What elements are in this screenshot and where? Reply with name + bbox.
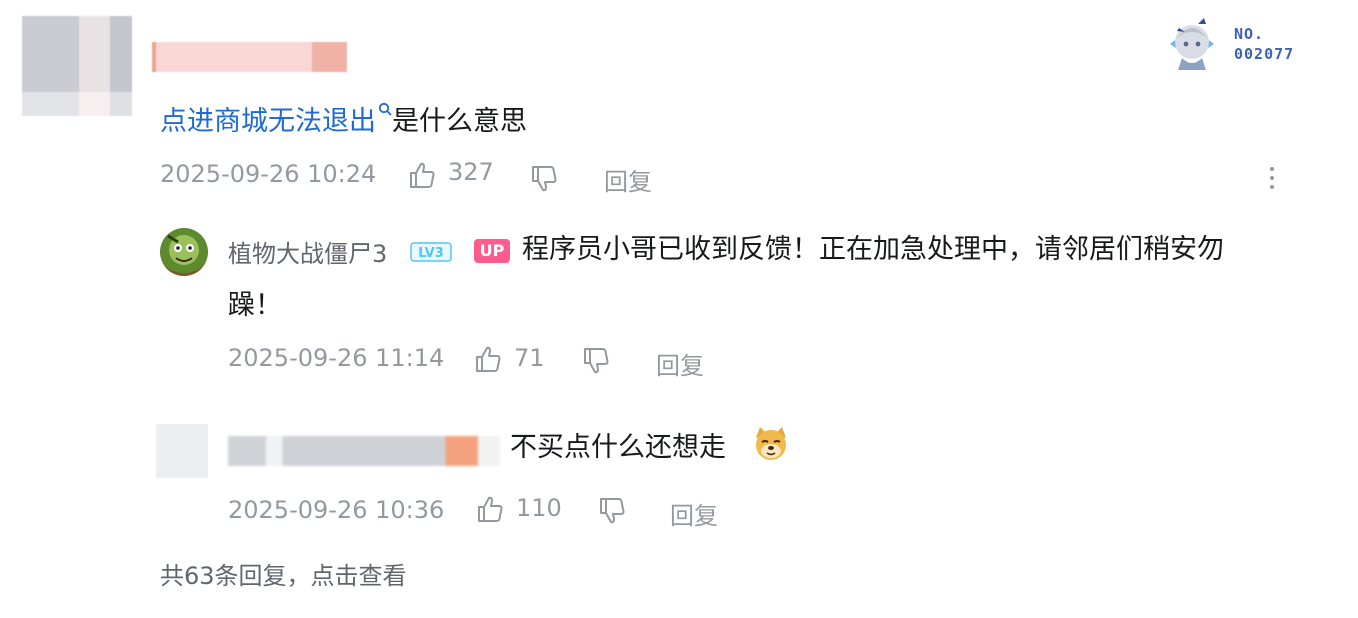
level-badge-text: LV3 xyxy=(418,246,444,261)
reply-text: 程序员小哥已收到反馈！正在加急处理中，请邻居们稍安勿 xyxy=(522,234,1224,265)
dislike-icon[interactable] xyxy=(582,346,612,376)
badge-number-prefix: NO. xyxy=(1234,25,1265,43)
reply-time: 2025-09-26 10:36 xyxy=(228,496,445,524)
search-icon[interactable] xyxy=(376,100,392,126)
more-options-icon[interactable] xyxy=(1266,164,1278,194)
dislike-icon[interactable] xyxy=(598,496,628,526)
search-link[interactable]: 点进商城无法退出 xyxy=(160,106,376,137)
like-icon[interactable] xyxy=(408,160,438,190)
reply-button[interactable]: 回复 xyxy=(656,346,704,381)
reply-text: 不买点什么还想走 xyxy=(510,432,726,463)
fan-badge[interactable]: NO. 002077 xyxy=(1162,14,1332,72)
reply-username[interactable] xyxy=(228,436,500,466)
view-more-replies-link[interactable]: 共63条回复，点击查看 xyxy=(160,556,407,591)
reply-avatar[interactable] xyxy=(156,424,208,478)
badge-number-value: 002077 xyxy=(1234,45,1295,63)
like-count: 327 xyxy=(448,158,494,186)
like-icon[interactable] xyxy=(476,494,506,524)
reply-username[interactable]: 植物大战僵尸3 xyxy=(228,234,387,269)
badge-number: NO. 002077 xyxy=(1234,24,1294,64)
like-count: 110 xyxy=(516,494,562,522)
comment-text: 点进商城无法退出 是什么意思 xyxy=(160,102,527,140)
reply-avatar[interactable] xyxy=(160,228,208,276)
comment-text-rest: 是什么意思 xyxy=(392,106,527,137)
reply-button[interactable]: 回复 xyxy=(670,496,718,531)
reply-text-continued: 躁！ xyxy=(228,290,282,321)
username[interactable] xyxy=(152,42,347,72)
reply-button[interactable]: 回复 xyxy=(604,162,652,197)
like-count: 71 xyxy=(514,344,545,372)
like-icon[interactable] xyxy=(474,344,504,374)
comment-time: 2025-09-26 10:24 xyxy=(160,160,377,188)
reply-time: 2025-09-26 11:14 xyxy=(228,344,445,372)
level-badge: LV3 xyxy=(410,242,452,262)
up-badge: UP xyxy=(474,239,510,263)
avatar[interactable] xyxy=(22,16,132,116)
zombie-avatar-icon xyxy=(160,228,208,276)
dislike-icon[interactable] xyxy=(530,164,560,194)
badge-avatar-icon xyxy=(1170,18,1214,70)
doge-icon xyxy=(756,427,786,460)
